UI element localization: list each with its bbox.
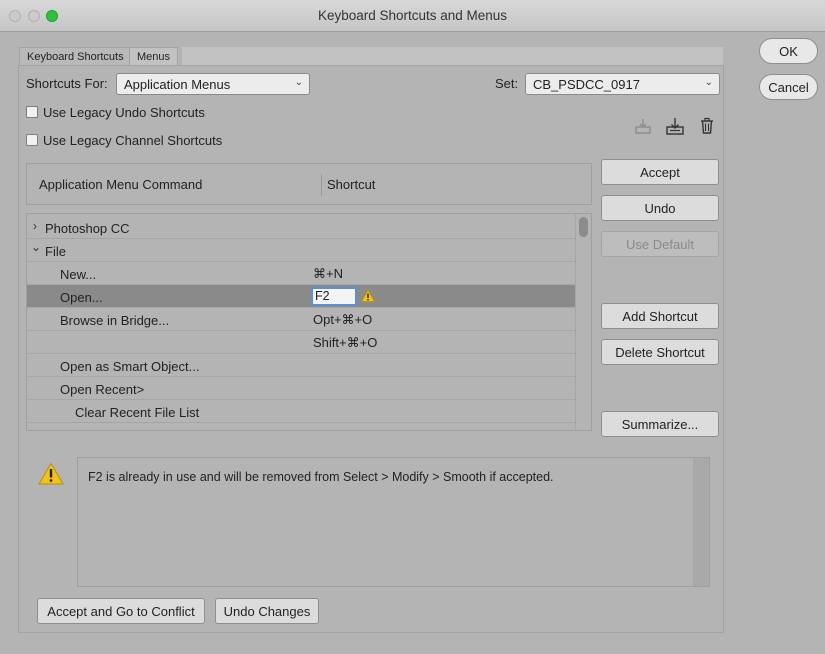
column-header-shortcut[interactable]: Shortcut [327,177,375,192]
command-label: Browse in Bridge... [60,313,170,328]
use-default-button[interactable]: Use Default [601,231,719,257]
save-set-icon[interactable] [634,117,652,135]
chevron-down-icon[interactable]: ⌄ [31,240,41,254]
shortcuts-for-value: Application Menus [124,77,231,92]
table-header: Application Menu Command Shortcut [26,163,592,205]
undo-changes-button[interactable]: Undo Changes [215,598,319,624]
chevron-down-icon: ⌄ [704,77,713,88]
set-label: Set: [495,76,519,91]
command-table: › Photoshop CC ⌄ File New... ⌘+N Open...… [26,213,592,431]
summarize-button[interactable]: Summarize... [601,411,719,437]
conflict-message-box: F2 is already in use and will be removed… [77,457,710,587]
command-label: File [45,244,66,259]
shortcut-label[interactable]: Opt+⌘+O [313,312,372,328]
table-row[interactable]: Shift+⌘+O [27,331,575,354]
trash-icon[interactable] [698,117,716,135]
table-row[interactable]: ⌄ File [27,239,575,262]
column-divider [321,174,322,196]
chevron-right-icon[interactable]: › [33,219,37,233]
table-row[interactable]: Clear Recent File List [27,400,575,423]
table-row[interactable]: Open as Smart Object... [27,354,575,377]
command-label: Clear Recent File List [75,405,200,420]
legacy-channel-checkbox[interactable] [26,134,38,146]
save-set-as-icon[interactable] [666,117,684,135]
shortcut-label[interactable]: ⌘+N [313,266,343,282]
ok-button[interactable]: OK [759,38,818,64]
message-scrollbar[interactable] [693,458,709,586]
legacy-undo-checkbox[interactable] [26,106,38,118]
tab-keyboard-shortcuts[interactable]: Keyboard Shortcuts [19,47,132,66]
conflict-message: F2 is already in use and will be removed… [88,470,554,484]
add-shortcut-button[interactable]: Add Shortcut [601,303,719,329]
warning-icon [361,289,375,302]
command-label: Open... [60,290,103,305]
chevron-down-icon: ⌄ [294,77,303,88]
shortcut-label[interactable]: Shift+⌘+O [313,335,377,351]
command-label: Open Recent> [60,382,145,397]
shortcuts-for-label: Shortcuts For: [26,76,108,91]
tab-menus[interactable]: Menus [129,47,179,66]
legacy-undo-label: Use Legacy Undo Shortcuts [43,105,205,120]
accept-and-go-to-conflict-button[interactable]: Accept and Go to Conflict [37,598,205,624]
table-scrollbar[interactable] [575,214,591,430]
delete-shortcut-button[interactable]: Delete Shortcut [601,339,719,365]
window-title: Keyboard Shortcuts and Menus [317,8,508,23]
column-header-command[interactable]: Application Menu Command [39,177,202,192]
legacy-channel-label: Use Legacy Channel Shortcuts [43,133,223,148]
table-row[interactable]: Browse in Bridge... Opt+⌘+O [27,308,575,331]
command-label: New... [60,267,97,282]
table-row[interactable]: New... ⌘+N [27,262,575,285]
table-row[interactable]: › Photoshop CC [27,216,575,239]
shortcut-input[interactable]: F2 [311,287,357,306]
table-row[interactable]: Open Recent> [27,377,575,400]
warning-icon [38,462,64,485]
tab-strip [182,47,723,66]
set-value: CB_PSDCC_0917 [533,77,640,92]
shortcuts-for-select[interactable]: Application Menus ⌄ [116,73,310,95]
set-select[interactable]: CB_PSDCC_0917 ⌄ [525,73,720,95]
accept-button[interactable]: Accept [601,159,719,185]
table-row-selected[interactable]: Open... F2 [27,285,575,308]
scroll-thumb[interactable] [579,217,588,237]
cancel-button[interactable]: Cancel [759,74,818,100]
title-bar: Keyboard Shortcuts and Menus [0,0,825,32]
command-label: Open as Smart Object... [60,359,200,374]
command-label: Photoshop CC [45,221,130,236]
undo-button[interactable]: Undo [601,195,719,221]
